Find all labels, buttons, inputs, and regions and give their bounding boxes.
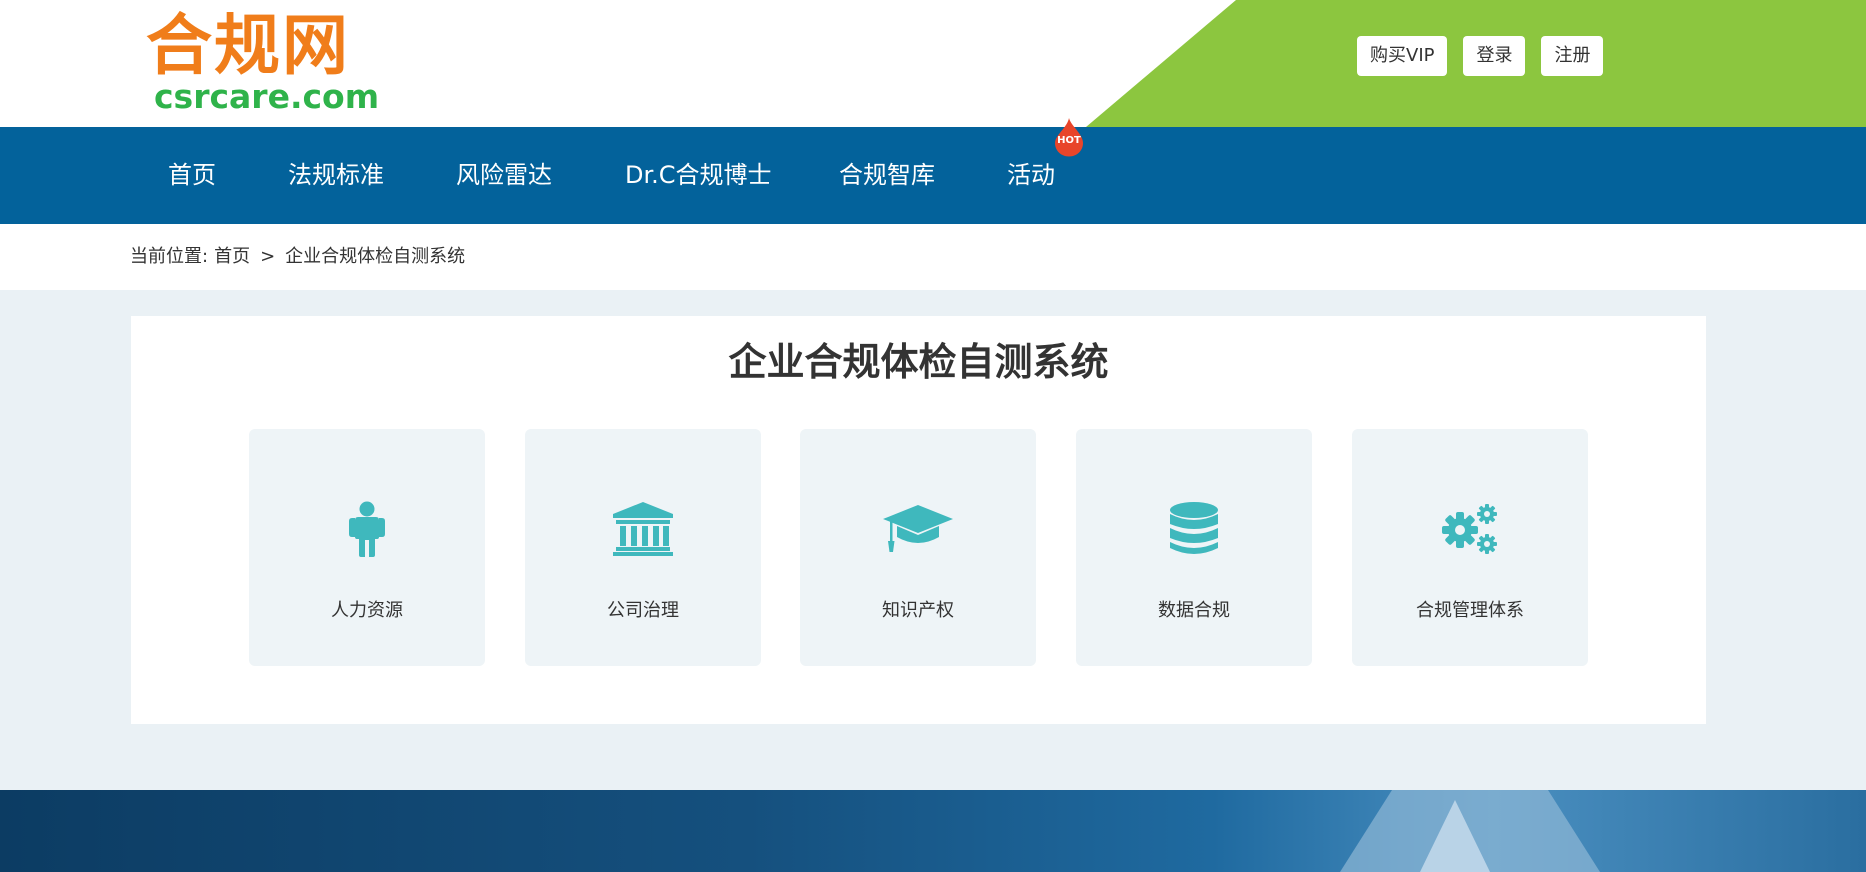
breadcrumb-label: 当前位置: (130, 246, 209, 267)
nav-item-events[interactable]: 活动 (1007, 127, 1055, 224)
breadcrumb-separator: > (260, 246, 276, 267)
logo-domain-text: csrcare.com (154, 77, 380, 116)
person-icon (317, 499, 417, 559)
gears-icon (1420, 499, 1520, 559)
login-button[interactable]: 登录 (1463, 36, 1526, 76)
main-nav: 首页 法规标准 风险雷达 Dr.C合规博士 合规智库 活动 (0, 127, 1866, 224)
breadcrumb: 当前位置: 首页 > 企业合规体检自测系统 (130, 246, 465, 268)
category-card-governance[interactable]: 公司治理 (525, 429, 761, 666)
breadcrumb-home-link[interactable]: 首页 (214, 246, 250, 268)
breadcrumb-bar: 当前位置: 首页 > 企业合规体检自测系统 (0, 224, 1866, 290)
nav-item-regulations[interactable]: 法规标准 (288, 127, 384, 224)
graduation-cap-icon (868, 499, 968, 559)
category-label: 合规管理体系 (1416, 600, 1524, 621)
category-label: 公司治理 (607, 600, 679, 621)
hot-badge-label: HOT (1057, 135, 1081, 146)
category-card-hr[interactable]: 人力资源 (249, 429, 485, 666)
page-title: 企业合规体检自测系统 (728, 340, 1109, 384)
register-button[interactable]: 注册 (1541, 36, 1604, 76)
hot-badge: HOT (1054, 117, 1084, 157)
category-label: 知识产权 (882, 600, 954, 621)
breadcrumb-current: 企业合规体检自测系统 (285, 246, 466, 267)
logo-chinese-text: 合规网 (146, 7, 350, 84)
category-label: 人力资源 (331, 600, 403, 621)
buy-vip-button[interactable]: 购买VIP (1357, 36, 1448, 76)
account-buttons: 购买VIP 登录 注册 (1357, 36, 1604, 76)
site-logo[interactable]: 合规网 csrcare.com (146, 7, 380, 120)
bottom-banner-image (0, 790, 1866, 872)
category-card-data[interactable]: 数据合规 (1076, 429, 1312, 666)
nav-item-think-tank[interactable]: 合规智库 (839, 127, 935, 224)
nav-item-risk-radar[interactable]: 风险雷达 (456, 127, 552, 224)
nav-item-home[interactable]: 首页 (168, 127, 216, 224)
site-header: 合规网 csrcare.com 购买VIP 登录 注册 (0, 0, 1866, 127)
category-card-ip[interactable]: 知识产权 (800, 429, 1036, 666)
category-card-cms[interactable]: 合规管理体系 (1352, 429, 1588, 666)
institution-icon (593, 499, 693, 559)
nav-item-dr-c[interactable]: Dr.C合规博士 (625, 127, 772, 224)
database-icon (1144, 499, 1244, 559)
main-panel: 企业合规体检自测系统 人力资源 公司治理 知识产权 数据合规 合规管理体系 (131, 316, 1706, 724)
category-label: 数据合规 (1158, 600, 1230, 621)
